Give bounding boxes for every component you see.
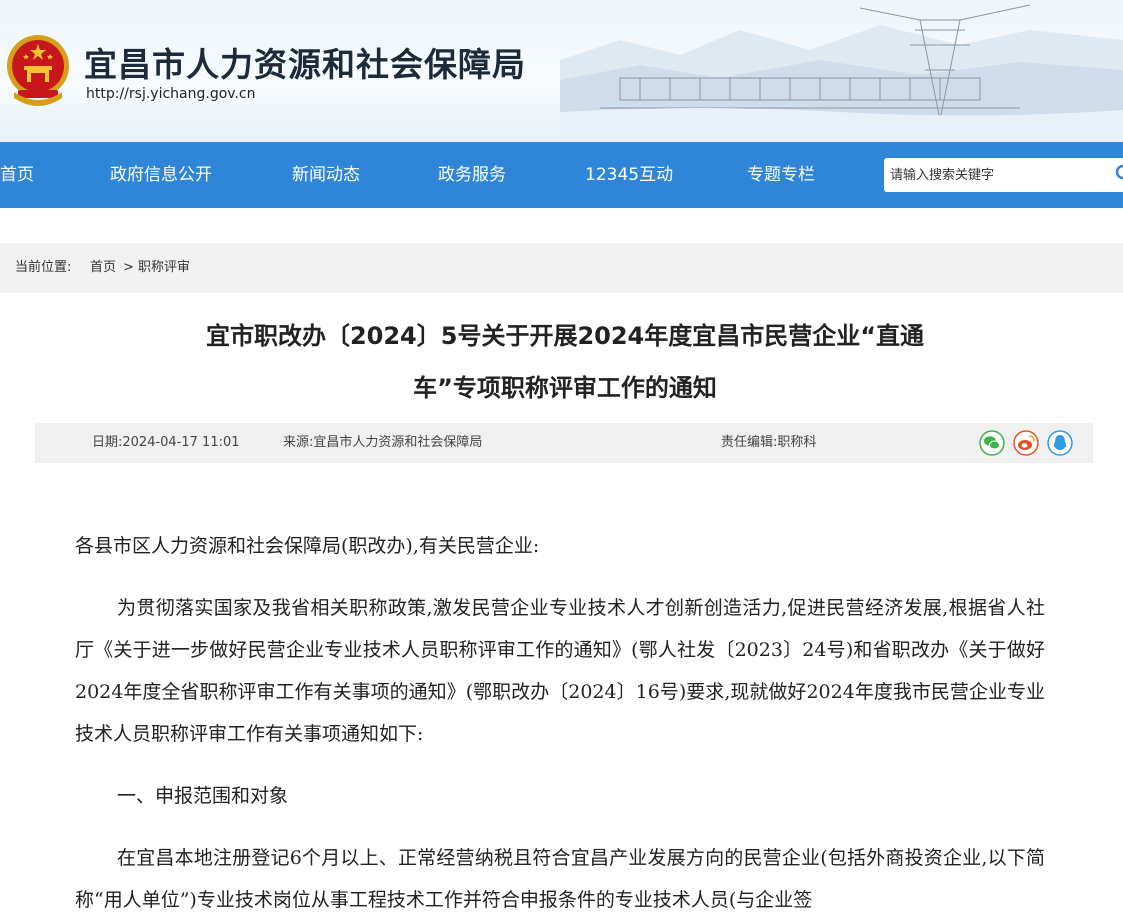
article-title: 宜市职改办〔2024〕5号关于开展2024年度宜昌市民营企业“直通 车”专项职称… bbox=[140, 310, 990, 414]
dam-scenery-illustration bbox=[560, 4, 1123, 142]
header-banner: 宜昌市人力资源和社会保障局 http://rsj.yichang.gov.cn bbox=[0, 0, 1123, 142]
search-input[interactable] bbox=[884, 158, 1123, 192]
national-emblem-icon bbox=[7, 35, 69, 106]
article-body: 各县市区人力资源和社会保障局(职改办),有关民营企业: 为贯彻落实国家及我省相关… bbox=[75, 525, 1045, 921]
article-title-line-1: 宜市职改办〔2024〕5号关于开展2024年度宜昌市民营企业“直通 bbox=[205, 322, 925, 350]
wechat-share-icon[interactable] bbox=[979, 430, 1005, 456]
article-editor: 责任编辑:职称科 bbox=[721, 435, 817, 450]
breadcrumb-separator: > bbox=[123, 260, 134, 275]
breadcrumb-prefix: 当前位置: bbox=[15, 260, 72, 275]
breadcrumb: 当前位置: 首页 > 职称评审 bbox=[0, 243, 1123, 293]
article-paragraph: 在宜昌本地注册登记6个月以上、正常经营纳税且符合宜昌产业发展方向的民营企业(包括… bbox=[75, 847, 1045, 911]
nav-item-news[interactable]: 新闻动态 bbox=[292, 142, 360, 208]
section-heading: 一、申报范围和对象 bbox=[117, 785, 289, 807]
breadcrumb-current-link[interactable]: 职称评审 bbox=[138, 243, 190, 293]
weibo-share-icon[interactable] bbox=[1013, 430, 1039, 456]
article-date: 日期:2024-04-17 11:01 bbox=[92, 435, 240, 450]
breadcrumb-home-link[interactable]: 首页 bbox=[90, 243, 116, 293]
qq-share-icon[interactable] bbox=[1047, 430, 1073, 456]
nav-item-12345[interactable]: 12345互动 bbox=[585, 142, 673, 208]
site-title: 宜昌市人力资源和社会保障局 bbox=[84, 45, 526, 84]
nav-item-home[interactable]: 首页 bbox=[0, 142, 34, 208]
article-source: 来源:宜昌市人力资源和社会保障局 bbox=[283, 435, 483, 450]
article-paragraph: 各县市区人力资源和社会保障局(职改办),有关民营企业: bbox=[75, 535, 540, 557]
article-paragraph: 为贯彻落实国家及我省相关职称政策,激发民营企业专业技术人才创新创造活力,促进民营… bbox=[75, 597, 1045, 745]
nav-item-gov-info[interactable]: 政府信息公开 bbox=[110, 142, 212, 208]
nav-item-services[interactable]: 政务服务 bbox=[438, 142, 506, 208]
search-icon[interactable] bbox=[1113, 163, 1123, 185]
article-meta-bar: 日期:2024-04-17 11:01 来源:宜昌市人力资源和社会保障局 责任编… bbox=[35, 423, 1093, 463]
article-title-line-2: 车”专项职称评审工作的通知 bbox=[413, 374, 717, 402]
nav-item-topics[interactable]: 专题专栏 bbox=[747, 142, 815, 208]
site-url: http://rsj.yichang.gov.cn bbox=[86, 86, 256, 102]
